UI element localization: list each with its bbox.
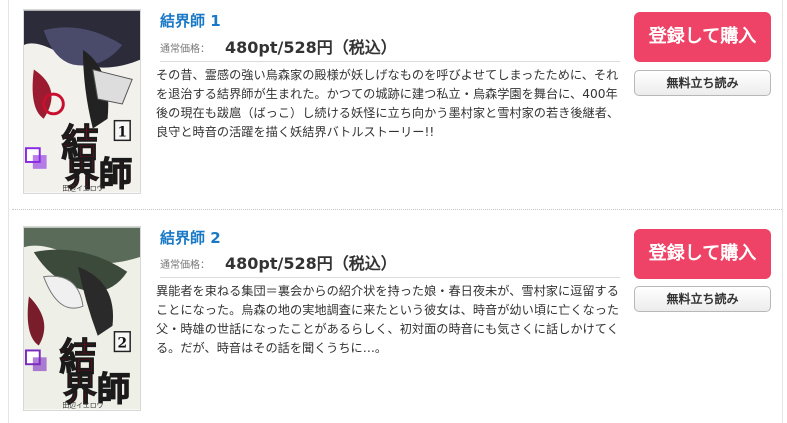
svg-text:2: 2: [118, 336, 128, 352]
svg-text:1: 1: [118, 124, 128, 140]
svg-text:田辺イエロウ: 田辺イエロウ: [62, 401, 103, 409]
svg-text:田辺イエロウ: 田辺イエロウ: [62, 184, 103, 192]
free-preview-button-1[interactable]: 無料立ち読み: [634, 70, 771, 96]
book-title-link-1[interactable]: 結界師 1: [160, 10, 221, 31]
book-cover-2[interactable]: 結 界師 2 田辺イエロウ: [23, 226, 141, 411]
price-label: 通常価格：: [160, 260, 210, 271]
item-divider: [12, 209, 782, 210]
price-value: 480pt/528円（税込）: [225, 38, 397, 57]
price-value: 480pt/528円（税込）: [225, 254, 397, 273]
price-row-1: 通常価格： 480pt/528円（税込）: [160, 33, 620, 62]
price-row-2: 通常価格： 480pt/528円（税込）: [160, 249, 620, 278]
book-title-link-2[interactable]: 結界師 2: [160, 227, 221, 248]
register-and-buy-button-1[interactable]: 登録して購入: [634, 12, 771, 62]
book-cover-1[interactable]: 結 界師 1 田辺イエロウ: [23, 9, 141, 194]
register-and-buy-button-2[interactable]: 登録して購入: [634, 229, 771, 279]
book-description-2: 異能者を束ねる集団＝裏会からの紹介状を持った娘・春日夜未が、雪村家に逗留すること…: [156, 284, 620, 355]
price-label: 通常価格：: [160, 44, 210, 55]
free-preview-button-2[interactable]: 無料立ち読み: [634, 286, 771, 312]
book-description-1: その昔、霊感の強い烏森家の殿様が妖しげなものを呼びよせてしまったために、それを退…: [156, 68, 620, 139]
